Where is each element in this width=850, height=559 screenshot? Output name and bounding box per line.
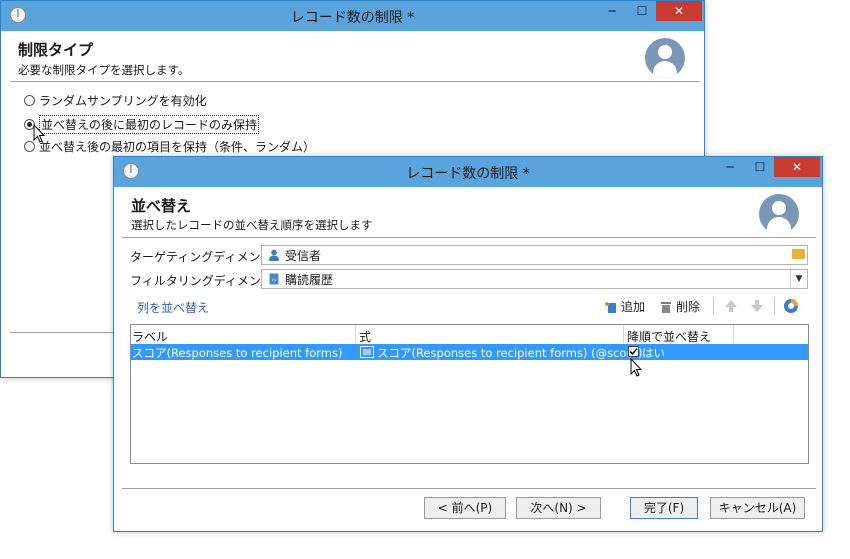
mouse-cursor-icon (630, 357, 643, 377)
mouse-cursor-icon (33, 123, 46, 143)
sort-columns-grid[interactable]: ラベル 式 降順で並べ替え スコア(Responses to recipient… (130, 324, 809, 464)
targeting-dimension-field[interactable]: 受信者 (261, 245, 808, 265)
back-footer-separator (10, 332, 115, 333)
close-button[interactable]: ✕ (774, 157, 820, 177)
finish-button[interactable]: 完了(F) (630, 497, 698, 519)
front-window-title: レコード数の制限 * (406, 166, 530, 182)
front-header-subtitle: 選択したレコードの並べ替え順序を選択します (131, 218, 373, 232)
sort-columns-link[interactable]: 列を並べ替え (137, 299, 209, 316)
option-random-sampling[interactable]: ランダムサンプリングを有効化 (24, 92, 207, 109)
front-footer-separator (122, 488, 816, 489)
filtering-dimension-value: 購読履歴 (285, 272, 334, 287)
person-icon (269, 249, 279, 261)
folder-icon[interactable] (792, 249, 805, 259)
option-label: 並べ替えの後に最初のレコードのみ保持 (39, 115, 260, 134)
cancel-button[interactable]: キャンセル(A) (710, 497, 805, 519)
row-descending-cell[interactable]: はい (642, 345, 665, 361)
front-header-title: 並べ替え (131, 197, 192, 215)
option-label: ランダムサンプリングを有効化 (39, 94, 207, 108)
minimize-button[interactable]: ─ (717, 157, 743, 177)
option-keep-first-items[interactable]: 並べ替え後の最初の項目を保持（条件、ランダム） (24, 138, 315, 155)
maximize-button[interactable]: ☐ (629, 1, 655, 21)
option-label: 並べ替え後の最初の項目を保持（条件、ランダム） (39, 140, 316, 154)
close-button[interactable]: ✕ (656, 1, 702, 21)
chevron-down-icon[interactable]: ▼ (790, 270, 807, 288)
targeting-dimension-value: 受信者 (285, 248, 322, 263)
back-header-title: 制限タイプ (18, 41, 94, 59)
row-label-cell[interactable]: スコア(Responses to recipient forms) (132, 345, 342, 361)
toolbar-separator (713, 297, 714, 315)
front-header-separator (122, 237, 816, 238)
row-expression-cell[interactable]: スコア(Responses to recipient forms) (@scor… (377, 345, 642, 361)
back-header-separator (10, 81, 700, 82)
toolbar-separator (774, 297, 775, 315)
maximize-button[interactable]: ☐ (747, 157, 773, 177)
column-divider (733, 325, 734, 343)
front-dialog-window: ꟾ レコード数の制限 * ─ ☐ ✕ 並べ替え 選択したレコードの並べ替え順序を… (113, 156, 823, 532)
column-header-label[interactable]: ラベル (132, 328, 168, 345)
svg-text:‹›: ‹› (272, 277, 277, 284)
column-divider (355, 325, 356, 343)
arrow-down-icon[interactable] (750, 299, 764, 313)
minimize-button[interactable]: ─ (599, 1, 625, 21)
add-button[interactable]: 追加 (604, 298, 645, 315)
trash-icon (661, 301, 671, 313)
previous-button[interactable]: < 前へ(P) (424, 497, 506, 519)
front-title-bar[interactable]: ꟾ レコード数の制限 * ─ ☐ ✕ (114, 157, 822, 187)
column-header-descending[interactable]: 降順で並べ替え (627, 328, 711, 345)
next-button[interactable]: 次へ(N) > (516, 497, 601, 519)
pie-chart-icon[interactable] (783, 298, 799, 314)
delete-button[interactable]: 削除 (659, 298, 700, 315)
back-title-bar[interactable]: ꟾ レコード数の制限 * ─ ☐ ✕ (1, 1, 704, 31)
arrow-up-icon[interactable] (724, 299, 738, 313)
delete-label: 削除 (676, 300, 701, 314)
expression-icon (360, 346, 374, 358)
add-icon (605, 301, 616, 313)
add-label: 追加 (621, 300, 646, 314)
checkbox-checked-icon[interactable] (628, 346, 639, 357)
filtering-dimension-select[interactable]: ‹› 購読履歴 ▼ (261, 269, 808, 289)
radio-icon[interactable] (24, 95, 35, 106)
document-link-icon: ‹› (269, 273, 279, 285)
user-avatar-icon (759, 194, 799, 234)
table-row[interactable]: スコア(Responses to recipient forms) スコア(Re… (131, 344, 808, 360)
column-header-expression[interactable]: 式 (359, 328, 371, 345)
column-divider (623, 325, 624, 343)
option-keep-first-after-sort[interactable]: 並べ替えの後に最初のレコードのみ保持 (24, 115, 260, 134)
user-avatar-icon (645, 38, 685, 78)
back-header-subtitle: 必要な制限タイプを選択します。 (18, 63, 190, 77)
